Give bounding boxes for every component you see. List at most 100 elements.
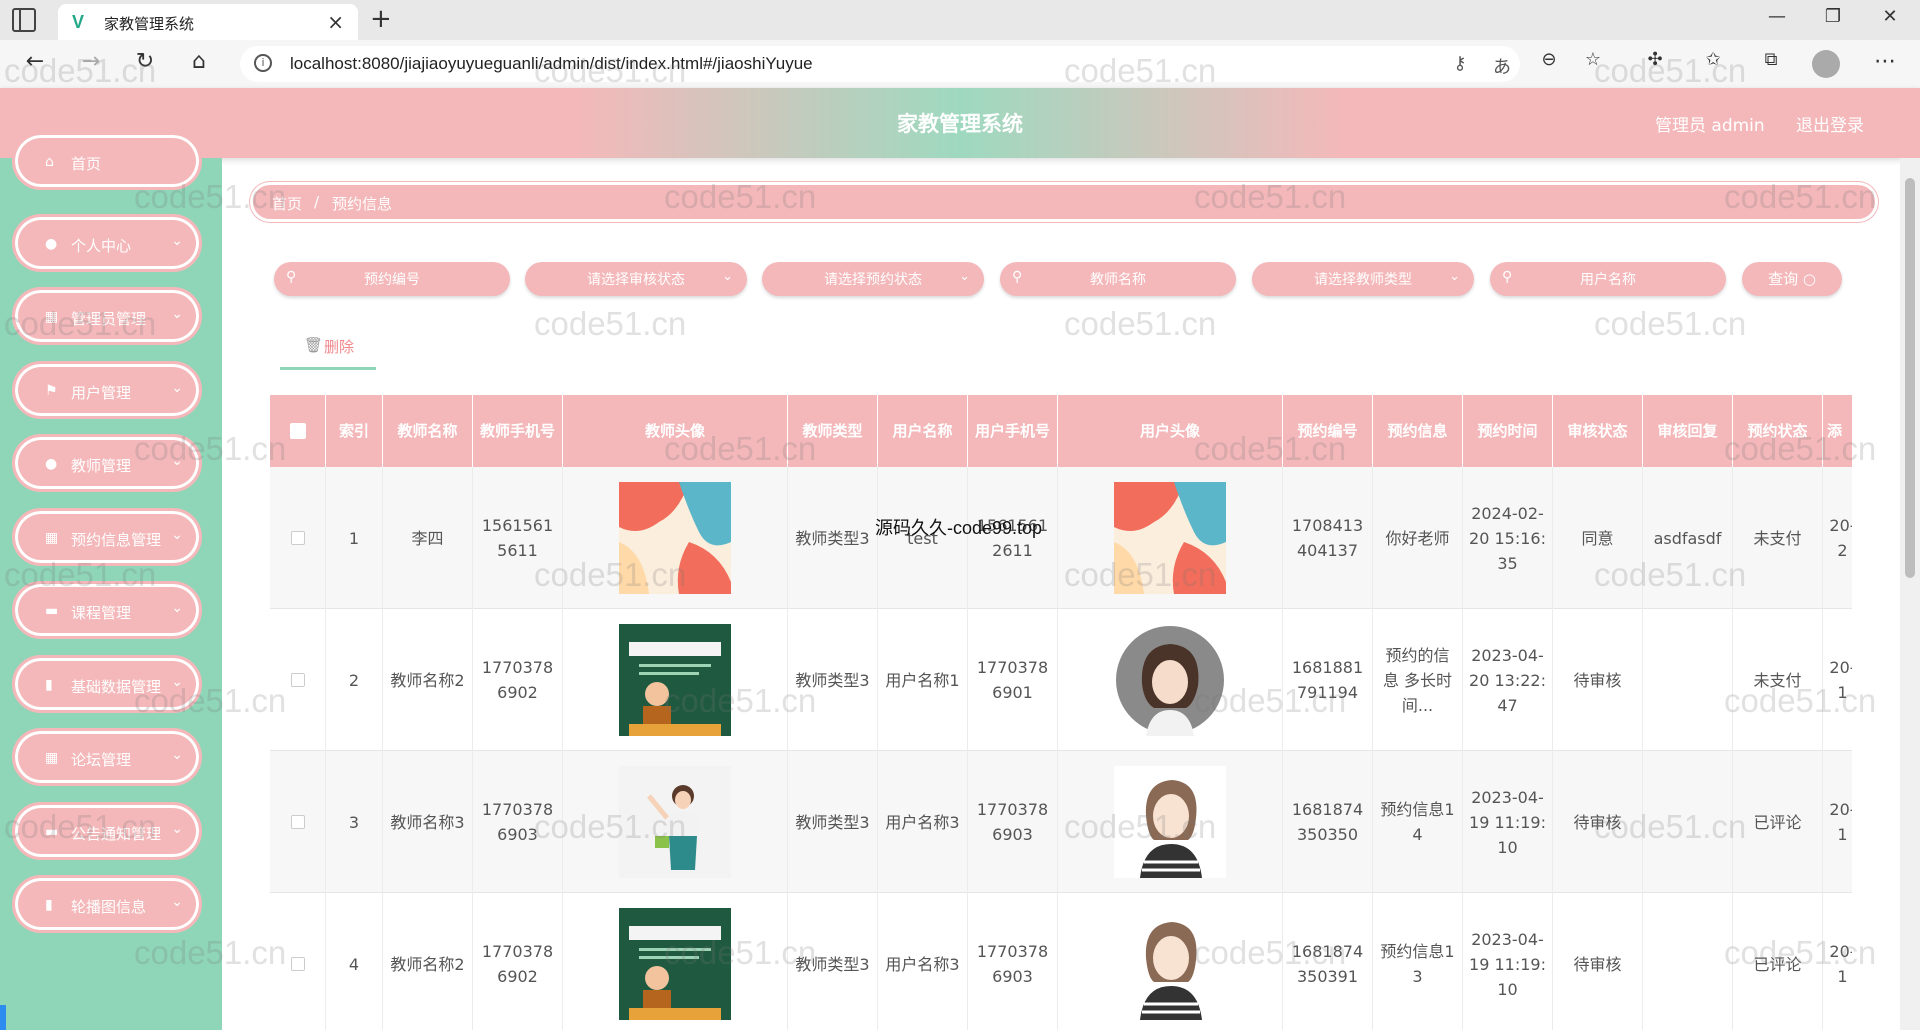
sidebar-item-carousel[interactable]: ▮ 轮播图信息 ⌄ bbox=[12, 875, 202, 933]
teacher-name-input[interactable]: ⚲ 教师名称 bbox=[1000, 262, 1236, 296]
tab-title: 家教管理系统 bbox=[104, 15, 195, 33]
query-button[interactable]: 查询 ○ bbox=[1742, 262, 1842, 296]
row-checkbox[interactable] bbox=[270, 751, 326, 893]
col-audit-reply[interactable]: 审核回复 bbox=[1643, 395, 1733, 467]
home-icon: ⌂ bbox=[45, 154, 54, 170]
col-teacher-phone[interactable]: 教师手机号 bbox=[473, 395, 563, 467]
table-row[interactable]: 4 教师名称2 17703786902 教师类型3 用户名称3 17703786… bbox=[270, 893, 1852, 1030]
cell-user-avatar bbox=[1058, 893, 1283, 1030]
user-avatar-image[interactable] bbox=[1114, 624, 1226, 736]
breadcrumb-home[interactable]: 首页 bbox=[272, 193, 302, 214]
table-row[interactable]: 3 教师名称3 17703786903 教师类型3 用户名称3 17703786… bbox=[270, 751, 1852, 893]
col-user-avatar[interactable]: 用户头像 bbox=[1058, 395, 1283, 467]
home-icon[interactable]: ⌂ bbox=[184, 49, 214, 74]
col-booking-time[interactable]: 预约时间 bbox=[1463, 395, 1553, 467]
cell-teacher-avatar bbox=[563, 893, 788, 1030]
url-text[interactable]: localhost:8080/jiajiaoyuyueguanli/admin/… bbox=[290, 54, 813, 74]
col-index[interactable]: 索引 bbox=[326, 395, 383, 467]
user-name-input[interactable]: ⚲ 用户名称 bbox=[1490, 262, 1726, 296]
grid-icon: ▦ bbox=[45, 530, 59, 546]
sidebar-item-profile[interactable]: ● 个人中心 ⌄ bbox=[12, 214, 202, 272]
logout-link[interactable]: 退出登录 bbox=[1796, 111, 1864, 136]
filter-placeholder: 请选择审核状态 bbox=[587, 272, 685, 288]
audit-status-select[interactable]: 请选择审核状态 ⌄ bbox=[525, 262, 747, 296]
col-teacher-name[interactable]: 教师名称 bbox=[383, 395, 473, 467]
filter-placeholder: 预约编号 bbox=[364, 272, 420, 288]
cell-booking-no: 1681881791194 bbox=[1283, 609, 1373, 751]
teacher-type-select[interactable]: 请选择教师类型 ⌄ bbox=[1252, 262, 1474, 296]
new-tab-icon[interactable]: + bbox=[370, 4, 392, 34]
maximize-icon[interactable]: ❐ bbox=[1818, 6, 1848, 27]
col-audit-status[interactable]: 审核状态 bbox=[1553, 395, 1643, 467]
booking-status-select[interactable]: 请选择预约状态 ⌄ bbox=[762, 262, 984, 296]
user-avatar-image[interactable] bbox=[1114, 908, 1226, 1020]
forward-icon[interactable]: → bbox=[76, 49, 106, 74]
cell-booking-status: 未支付 bbox=[1733, 609, 1823, 751]
table-row[interactable]: 2 教师名称2 17703786902 教师类型3 用户名称1 17703786… bbox=[270, 609, 1852, 751]
delete-button[interactable]: 🗑 删除 bbox=[280, 330, 376, 370]
row-checkbox[interactable] bbox=[270, 467, 326, 609]
close-tab-icon[interactable]: × bbox=[327, 10, 344, 34]
teacher-avatar-image[interactable] bbox=[619, 766, 731, 878]
tab-actions-icon[interactable] bbox=[12, 8, 36, 32]
col-user-phone[interactable]: 用户手机号 bbox=[968, 395, 1058, 467]
row-checkbox[interactable] bbox=[270, 893, 326, 1030]
image-icon: ▮ bbox=[45, 897, 53, 913]
address-bar[interactable]: i localhost:8080/jiajiaoyuyueguanli/admi… bbox=[240, 46, 1520, 82]
refresh-icon[interactable]: ↻ bbox=[130, 49, 160, 74]
back-icon[interactable]: ← bbox=[20, 49, 50, 74]
site-info-icon[interactable]: i bbox=[254, 54, 272, 72]
col-teacher-type[interactable]: 教师类型 bbox=[788, 395, 878, 467]
col-booking-no[interactable]: 预约编号 bbox=[1283, 395, 1373, 467]
profile-avatar[interactable] bbox=[1812, 50, 1840, 78]
sidebar-item-bookings[interactable]: ▦ 预约信息管理 ⌄ bbox=[12, 508, 202, 566]
user-avatar-image[interactable] bbox=[1114, 766, 1226, 878]
grid-icon: ▦ bbox=[45, 750, 59, 766]
cell-teacher-type: 教师类型3 bbox=[788, 609, 878, 751]
teacher-avatar-image[interactable] bbox=[619, 624, 731, 736]
chevron-down-icon: ⌄ bbox=[171, 527, 183, 543]
cell-teacher-name: 教师名称2 bbox=[383, 893, 473, 1030]
favorite-add-icon[interactable]: ☆ bbox=[1578, 49, 1608, 70]
row-checkbox[interactable] bbox=[270, 609, 326, 751]
table-row[interactable]: 1 李四 15615615611 教师类型3 test 15615612611 … bbox=[270, 467, 1852, 609]
sidebar-item-forum[interactable]: ▦ 论坛管理 ⌄ bbox=[12, 728, 202, 786]
sidebar-item-basedata[interactable]: ▮ 基础数据管理 ⌄ bbox=[12, 655, 202, 713]
sidebar-item-home[interactable]: ⌂ 首页 bbox=[12, 132, 202, 190]
sidebar-item-courses[interactable]: ▬ 课程管理 ⌄ bbox=[12, 581, 202, 639]
booking-no-input[interactable]: ⚲ 预约编号 bbox=[274, 262, 510, 296]
close-window-icon[interactable]: ✕ bbox=[1875, 6, 1905, 27]
col-booking-info[interactable]: 预约信息 bbox=[1373, 395, 1463, 467]
sidebar-item-users[interactable]: ⚑ 用户管理 ⌄ bbox=[12, 361, 202, 419]
page-scrollbar[interactable] bbox=[1900, 158, 1920, 1030]
collections-icon[interactable]: ⧉ bbox=[1756, 49, 1786, 70]
col-added[interactable]: 添 bbox=[1823, 395, 1852, 467]
zoom-out-icon[interactable]: ⊖ bbox=[1534, 49, 1564, 70]
select-all-checkbox[interactable] bbox=[270, 395, 326, 467]
scroll-thumb[interactable] bbox=[1905, 178, 1915, 578]
cell-booking-no: 1681874350350 bbox=[1283, 751, 1373, 893]
more-icon[interactable]: ⋯ bbox=[1870, 49, 1900, 74]
teacher-avatar-image[interactable] bbox=[619, 908, 731, 1020]
key-icon[interactable]: ⚷ bbox=[1448, 53, 1472, 74]
cell-teacher-avatar bbox=[563, 609, 788, 751]
translate-icon[interactable]: あ bbox=[1490, 53, 1514, 79]
sidebar-item-teachers[interactable]: ● 教师管理 ⌄ bbox=[12, 434, 202, 492]
cell-audit-reply bbox=[1643, 609, 1733, 751]
filter-placeholder: 请选择预约状态 bbox=[824, 272, 922, 288]
col-teacher-avatar[interactable]: 教师头像 bbox=[563, 395, 788, 467]
chevron-down-icon: ⌄ bbox=[171, 233, 183, 249]
minimize-icon[interactable]: — bbox=[1762, 6, 1792, 27]
user-avatar-image[interactable] bbox=[1114, 482, 1226, 594]
favorites-icon[interactable]: ✩ bbox=[1698, 49, 1728, 70]
cell-user-phone: 17703786901 bbox=[968, 609, 1058, 751]
browser-tab[interactable]: V 家教管理系统 × bbox=[58, 4, 358, 40]
extensions-icon[interactable]: ✣ bbox=[1640, 49, 1670, 70]
col-user-name[interactable]: 用户名称 bbox=[878, 395, 968, 467]
col-booking-status[interactable]: 预约状态 bbox=[1733, 395, 1823, 467]
sidebar-item-admins[interactable]: ▦ 管理员管理 ⌄ bbox=[12, 287, 202, 345]
sidebar-item-label: 课程管理 bbox=[71, 604, 132, 622]
teacher-avatar-image[interactable] bbox=[619, 482, 731, 594]
sidebar-item-notices[interactable]: ▬ 公告通知管理 ⌄ bbox=[12, 802, 202, 860]
cell-user-name: 用户名称3 bbox=[878, 893, 968, 1030]
